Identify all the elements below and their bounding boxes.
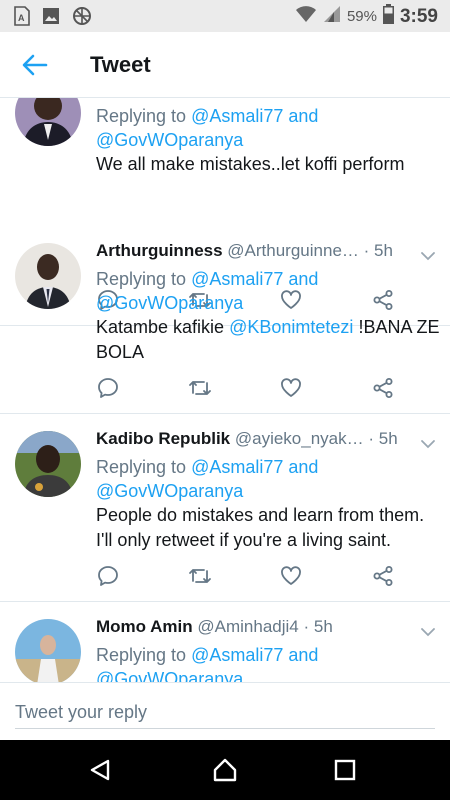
triangle-back-icon xyxy=(90,759,110,781)
retweet-icon xyxy=(189,381,211,395)
reply-icon xyxy=(98,378,118,398)
chevron-down-icon xyxy=(421,628,435,637)
mention-link[interactable]: @GovWOparanya xyxy=(96,481,243,501)
chevron-down-icon xyxy=(421,440,435,449)
share-icon xyxy=(373,378,393,398)
author-handle[interactable]: @Aminhadji4 xyxy=(197,617,298,636)
author-name[interactable]: Momo Amin xyxy=(96,617,193,636)
nav-home-button[interactable] xyxy=(210,755,240,785)
system-nav-bar xyxy=(0,740,450,800)
tweet-time: · 5h xyxy=(368,429,398,448)
nav-recents-button[interactable] xyxy=(330,755,360,785)
tweet-text: Katambe kafikie @KBonimtetezi !BANA ZE B… xyxy=(96,315,440,365)
page-title: Tweet xyxy=(90,52,151,77)
share-icon xyxy=(373,566,393,586)
signal-icon xyxy=(323,5,341,28)
heart-icon xyxy=(281,566,301,585)
tweet-text-part: Katambe kafikie xyxy=(96,317,225,337)
share-button[interactable] xyxy=(371,376,395,400)
author-name[interactable]: Kadibo Republik xyxy=(96,429,230,448)
mention-and[interactable]: and xyxy=(288,457,318,477)
replying-to: Replying to @Asmali77 and @GovWOparanya xyxy=(96,643,430,682)
mention-link[interactable]: @Asmali77 xyxy=(191,457,283,477)
avatar[interactable] xyxy=(15,243,81,309)
mention-and[interactable]: and xyxy=(288,106,318,126)
tweet-item[interactable]: Kadibo Republik @ayieko_nyak… · 5h Reply… xyxy=(0,414,450,602)
mention-and[interactable]: and xyxy=(288,269,318,289)
nav-back-button[interactable] xyxy=(85,755,115,785)
status-bar-right: 59% 3:59 xyxy=(295,4,438,29)
like-button[interactable] xyxy=(279,376,303,400)
mention-link[interactable]: @Asmali77 xyxy=(191,269,283,289)
gallery-icon xyxy=(42,7,60,30)
avatar[interactable] xyxy=(15,98,81,146)
tweet-item[interactable]: Momo Amin @Aminhadji4 · 5h Replying to @… xyxy=(0,602,450,682)
heart-icon xyxy=(281,378,301,397)
like-button[interactable] xyxy=(279,564,303,588)
clock-time: 3:59 xyxy=(399,5,438,27)
replying-to-label: Replying to xyxy=(96,106,187,126)
reply-button[interactable] xyxy=(96,376,120,400)
chevron-down-icon xyxy=(421,252,435,261)
author-name[interactable]: Arthurguinness xyxy=(96,241,223,260)
svg-text:A: A xyxy=(18,13,25,23)
retweet-icon xyxy=(189,569,211,583)
share-button[interactable] xyxy=(371,564,395,588)
avatar[interactable] xyxy=(15,431,81,497)
author-handle[interactable]: @Arthurguinne… xyxy=(227,241,359,260)
retweet-button[interactable] xyxy=(188,564,212,588)
reply-input[interactable] xyxy=(15,697,435,729)
replying-to: Replying to @Asmali77 and @GovWOparanya xyxy=(96,455,430,503)
back-arrow-icon xyxy=(22,54,48,76)
data-saver-icon xyxy=(72,6,92,31)
replying-to-label: Replying to xyxy=(96,269,187,289)
mention-link[interactable]: @GovWOparanya xyxy=(96,293,243,313)
tweet-text: People do mistakes and learn from them. … xyxy=(96,505,425,550)
avatar[interactable] xyxy=(15,619,81,682)
tweet-menu-button[interactable] xyxy=(420,437,436,449)
replying-to-label: Replying to xyxy=(96,645,187,665)
app-bar: Tweet xyxy=(0,32,450,98)
mention-link[interactable]: @GovWOparanya xyxy=(96,669,243,682)
home-icon xyxy=(213,758,237,782)
status-bar-left-icons: A xyxy=(14,6,92,31)
reply-icon xyxy=(98,566,118,586)
mention-link[interactable]: @Asmali77 xyxy=(191,645,283,665)
tweet-actions xyxy=(96,376,396,400)
square-recents-icon xyxy=(334,759,356,781)
mention-link[interactable]: @GovWOparanya xyxy=(96,130,243,150)
replying-to-label: Replying to xyxy=(96,457,187,477)
tweet-header: Momo Amin @Aminhadji4 · 5h xyxy=(96,617,418,643)
reply-composer xyxy=(0,682,450,740)
replying-to: Replying to @Asmali77 and @GovWOparanya xyxy=(96,104,430,152)
battery-icon xyxy=(382,4,394,29)
mention-link[interactable]: @KBonimtetezi xyxy=(229,317,353,337)
tweet-time: · 5h xyxy=(303,617,333,636)
mention-and[interactable]: and xyxy=(288,645,318,665)
battery-percent: 59% xyxy=(346,8,377,25)
tweet-header: Kadibo Republik @ayieko_nyak… · 5h xyxy=(96,429,418,455)
tweet-time: · 5h xyxy=(363,241,393,260)
status-bar: A 59% 3:59 xyxy=(0,0,450,32)
replying-to: Replying to @Asmali77 and @GovWOparanya xyxy=(96,267,430,315)
back-button[interactable] xyxy=(18,50,52,80)
tweet-list[interactable]: Replying to @Asmali77 and @GovWOparanya … xyxy=(0,98,450,682)
mention-link[interactable]: @Asmali77 xyxy=(191,106,283,126)
tweet-actions xyxy=(96,564,396,588)
wifi-icon xyxy=(295,5,317,28)
tweet-text: We all make mistakes..let koffi perform xyxy=(96,154,405,174)
sim-icon: A xyxy=(14,6,30,31)
tweet-item[interactable]: Arthurguinness @Arthurguinne… · 5h Reply… xyxy=(0,226,450,414)
reply-button[interactable] xyxy=(96,564,120,588)
tweet-header: Arthurguinness @Arthurguinne… · 5h xyxy=(96,241,418,267)
retweet-button[interactable] xyxy=(188,376,212,400)
tweet-menu-button[interactable] xyxy=(420,249,436,261)
author-handle[interactable]: @ayieko_nyak… xyxy=(235,429,364,448)
tweet-menu-button[interactable] xyxy=(420,625,436,637)
